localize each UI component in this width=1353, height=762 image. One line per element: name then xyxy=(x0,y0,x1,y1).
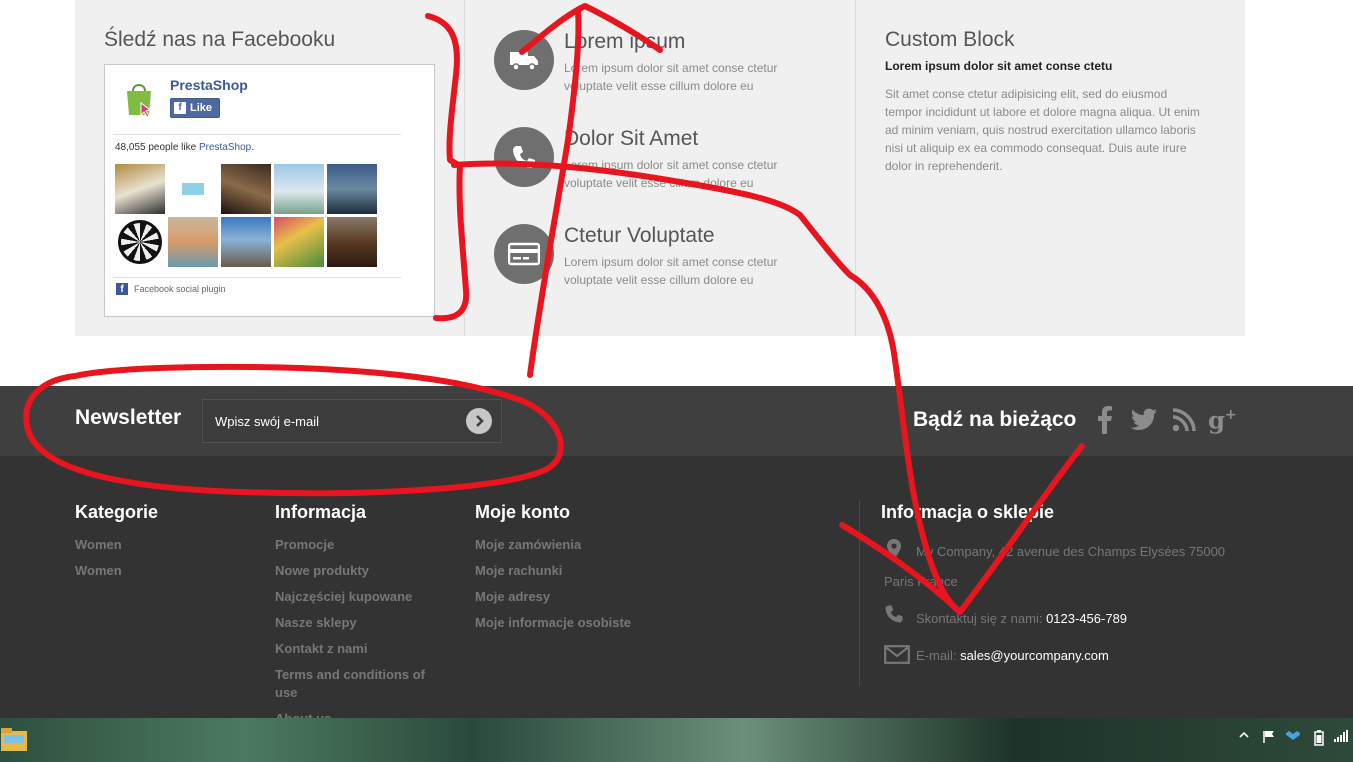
custom-block-body: Sit amet conse ctetur adipisicing elit, … xyxy=(885,87,1200,173)
page: Śledź nas na Facebooku PrestaShop f Like… xyxy=(0,0,1353,762)
facebook-icon: f xyxy=(116,283,128,295)
fan-avatars xyxy=(115,164,377,267)
chevron-right-icon xyxy=(476,415,484,427)
phone-icon xyxy=(885,605,903,623)
fan-avatar[interactable] xyxy=(327,164,377,214)
divider xyxy=(113,134,401,135)
os-taskbar xyxy=(0,718,1353,762)
google-plus-icon[interactable]: g + xyxy=(1208,405,1238,435)
facebook-page-name[interactable]: PrestaShop xyxy=(170,77,248,93)
footer-link[interactable]: Moje rachunki xyxy=(475,562,695,580)
fan-avatar[interactable] xyxy=(327,217,377,267)
facebook-title: Śledź nas na Facebooku xyxy=(104,28,336,51)
likes-suffix: . xyxy=(251,142,255,153)
newsletter-submit-button[interactable] xyxy=(466,408,492,434)
likes-count-text: 48,055 people like xyxy=(115,142,197,153)
like-label: Like xyxy=(190,102,213,114)
store-phone: Skontaktuj się z nami: 0123-456-789 xyxy=(916,611,1127,626)
footer-divider xyxy=(859,500,860,686)
fan-avatar[interactable] xyxy=(221,217,271,267)
rss-icon[interactable] xyxy=(1169,405,1199,435)
footer-account-title: Moje konto xyxy=(475,502,570,522)
store-address-line1: My Company, 42 avenue des Champs Elysées… xyxy=(916,544,1226,559)
footer-information-title: Informacja xyxy=(275,502,367,522)
likes-page-link[interactable]: PrestaShop xyxy=(199,142,251,153)
newsletter-title: Newsletter xyxy=(75,406,182,429)
footer-link[interactable]: Women xyxy=(75,562,245,580)
battery-icon[interactable] xyxy=(1314,730,1324,746)
facebook-icon[interactable] xyxy=(1090,405,1120,435)
footer-link[interactable]: Moje informacje osobiste xyxy=(475,614,695,632)
facebook-widget: PrestaShop f Like 48,055 people like Pre… xyxy=(104,64,435,317)
newsletter-email-input[interactable] xyxy=(202,399,502,443)
facebook-icon: f xyxy=(174,102,186,114)
fan-avatar[interactable] xyxy=(115,164,165,214)
plugin-label: Facebook social plugin xyxy=(134,284,226,294)
facebook-social-plugin[interactable]: f Facebook social plugin xyxy=(116,283,226,295)
feature-description: Lorem ipsum dolor sit amet conse ctetur … xyxy=(564,61,778,93)
footer-link[interactable]: About us xyxy=(275,710,445,718)
custom-block-title: Custom Block xyxy=(885,28,1015,51)
fan-avatar[interactable] xyxy=(168,164,218,214)
feature-title: Dolor Sit Amet xyxy=(564,127,699,150)
facebook-like-button[interactable]: f Like xyxy=(170,98,220,118)
signal-icon[interactable] xyxy=(1334,730,1348,742)
feature-description: Lorem ipsum dolor sit amet conse ctetur … xyxy=(564,255,778,287)
footer-categories-title: Kategorie xyxy=(75,502,159,522)
dropbox-icon[interactable] xyxy=(1286,730,1300,744)
footer xyxy=(0,456,1353,718)
footer-link[interactable]: Moje adresy xyxy=(475,588,695,606)
prestashop-logo[interactable] xyxy=(119,77,159,119)
twitter-icon[interactable] xyxy=(1129,405,1159,435)
file-explorer-icon[interactable] xyxy=(0,725,28,755)
store-address-line2: Paris France xyxy=(884,574,958,589)
footer-link[interactable]: Nowe produkty xyxy=(275,562,445,580)
envelope-icon xyxy=(884,645,910,664)
footer-link[interactable]: Nasze sklepy xyxy=(275,614,445,632)
feature-title: Lorem ipsum xyxy=(564,30,686,53)
credit-card-icon xyxy=(494,224,554,284)
phone-label: Skontaktuj się z nami: xyxy=(916,611,1043,626)
store-email: E-mail: sales@yourcompany.com xyxy=(916,648,1109,663)
chevron-up-icon[interactable] xyxy=(1239,730,1249,740)
footer-link[interactable]: Moje zamówienia xyxy=(475,536,695,554)
fan-avatar[interactable] xyxy=(115,217,165,267)
svg-text:+: + xyxy=(1225,407,1237,423)
map-marker-icon xyxy=(887,539,901,559)
truck-icon xyxy=(494,30,554,90)
phone-icon xyxy=(494,127,554,187)
fan-avatar[interactable] xyxy=(274,217,324,267)
feature-title: Ctetur Voluptate xyxy=(564,224,715,247)
footer-link[interactable]: Women xyxy=(75,536,245,554)
footer-link[interactable]: Kontakt z nami xyxy=(275,640,445,658)
feature-description: Lorem ipsum dolor sit amet conse ctetur … xyxy=(564,158,778,190)
svg-text:g: g xyxy=(1208,405,1225,434)
fan-avatar[interactable] xyxy=(274,164,324,214)
email-label: E-mail: xyxy=(916,648,957,663)
email-link[interactable]: sales@yourcompany.com xyxy=(960,648,1109,663)
column-divider xyxy=(855,0,856,336)
likes-count: 48,055 people like PrestaShop. xyxy=(115,142,254,153)
footer-link[interactable]: Najczęściej kupowane xyxy=(275,588,445,606)
divider xyxy=(113,277,401,278)
footer-store-title: Informacja o sklepie xyxy=(881,502,1055,522)
footer-link[interactable]: Promocje xyxy=(275,536,445,554)
social-title: Bądź na bieżąco xyxy=(913,408,1077,431)
phone-value: 0123-456-789 xyxy=(1046,611,1128,626)
flag-icon[interactable] xyxy=(1262,730,1276,744)
custom-block-subtitle: Lorem ipsum dolor sit amet conse ctetu xyxy=(885,59,1113,73)
fan-avatar[interactable] xyxy=(168,217,218,267)
column-divider xyxy=(464,0,465,336)
footer-link[interactable]: Terms and conditions of use xyxy=(275,666,445,702)
fan-avatar[interactable] xyxy=(221,164,271,214)
